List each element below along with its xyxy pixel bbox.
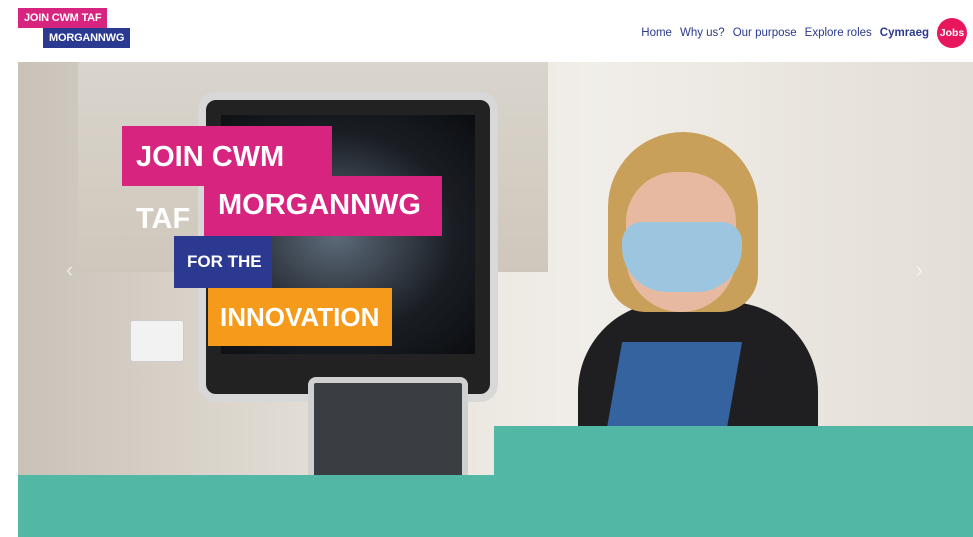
headline-line-3: FOR THE <box>174 236 272 288</box>
jobs-button[interactable]: Jobs <box>937 18 967 48</box>
wall-socket <box>130 320 184 362</box>
site-header: JOIN CWM TAF MORGANNWG Home Why us? Our … <box>0 0 973 62</box>
ultrasound-console <box>308 377 468 475</box>
teal-panel-bottom <box>18 475 973 537</box>
logo-line-1: JOIN CWM TAF <box>18 8 108 28</box>
nav-explore-roles[interactable]: Explore roles <box>805 27 872 39</box>
language-toggle-cymraeg[interactable]: Cymraeg <box>880 27 929 39</box>
site-logo[interactable]: JOIN CWM TAF MORGANNWG <box>18 8 138 56</box>
carousel-prev-icon[interactable]: ‹ <box>66 257 73 283</box>
nav-home[interactable]: Home <box>641 27 672 39</box>
headline-line-2: MORGANNWG <box>204 176 442 236</box>
person-mask <box>622 222 742 292</box>
logo-line-2: MORGANNWG <box>43 28 131 48</box>
carousel-next-icon[interactable]: › <box>916 257 923 283</box>
nav-why-us[interactable]: Why us? <box>680 27 725 39</box>
headline-line-4: INNOVATION <box>208 288 392 346</box>
hero-person-photo <box>578 102 818 475</box>
hero-carousel: ‹ › <box>18 62 973 475</box>
main-nav: Home Why us? Our purpose Explore roles C… <box>641 18 967 48</box>
nav-our-purpose[interactable]: Our purpose <box>733 27 797 39</box>
